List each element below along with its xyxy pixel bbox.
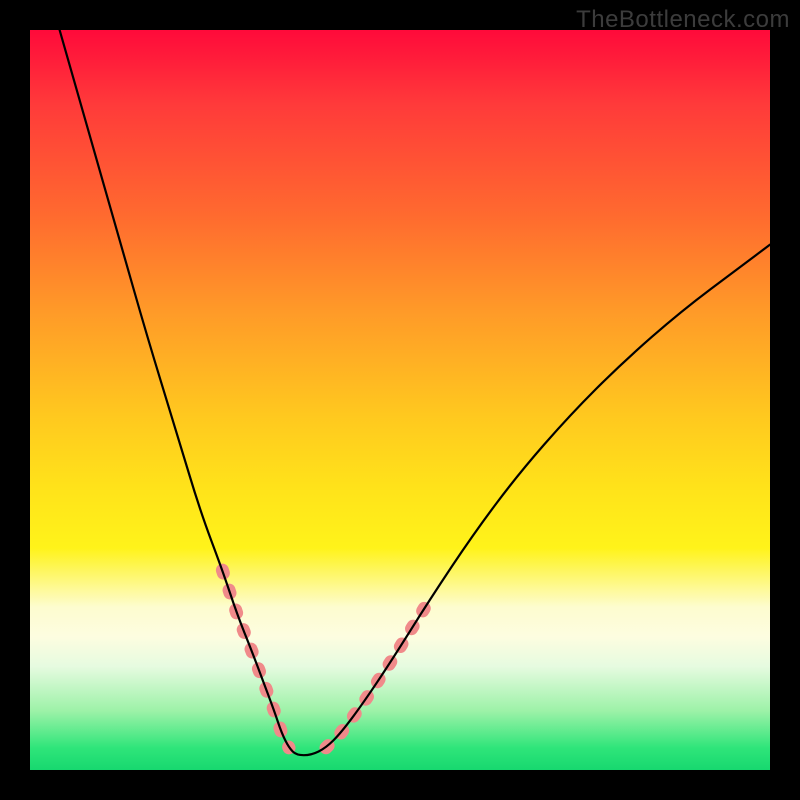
chart-frame: TheBottleneck.com: [0, 0, 800, 800]
highlight-segment: [326, 600, 430, 748]
curve-highlight-dots: [222, 570, 429, 748]
plot-area: [30, 30, 770, 770]
curve-overlay: [30, 30, 770, 770]
bottleneck-curve: [60, 30, 770, 755]
